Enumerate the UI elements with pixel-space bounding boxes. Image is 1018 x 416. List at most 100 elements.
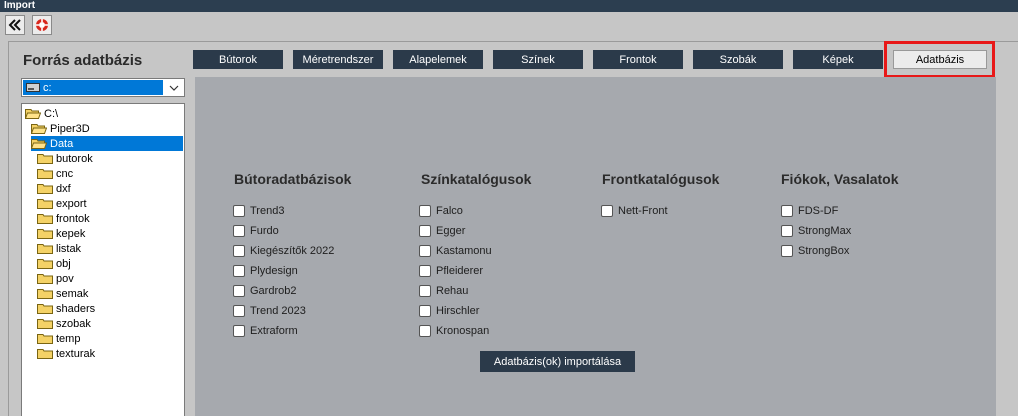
checkbox-item[interactable]: Trend 2023 <box>233 304 306 318</box>
drive-select[interactable]: c: <box>21 78 185 97</box>
tree-item[interactable]: C:\ <box>25 106 58 121</box>
tree-item-label: listak <box>56 242 82 255</box>
checkbox-item[interactable]: Kastamonu <box>419 244 492 258</box>
checkbox[interactable] <box>233 205 245 217</box>
import-databases-button[interactable]: Adatbázis(ok) importálása <box>480 351 635 372</box>
checkbox[interactable] <box>781 225 793 237</box>
folder-icon <box>37 169 53 179</box>
tree-item[interactable]: cnc <box>37 166 73 181</box>
dropdown-arrow[interactable] <box>164 79 184 96</box>
checkbox-item[interactable]: Gardrob2 <box>233 284 296 298</box>
tree-item[interactable]: semak <box>37 286 88 301</box>
tree-item-label: export <box>56 197 87 210</box>
checkbox[interactable] <box>419 325 431 337</box>
tree-item-label: dxf <box>56 182 71 195</box>
checkbox[interactable] <box>601 205 613 217</box>
tree-item[interactable]: dxf <box>37 181 71 196</box>
tree-item[interactable]: texturak <box>37 346 95 361</box>
checkbox-item[interactable]: Kiegészítők 2022 <box>233 244 334 258</box>
tree-item-label: semak <box>56 287 89 300</box>
checkbox[interactable] <box>233 285 245 297</box>
tab-szinek[interactable]: Színek <box>493 50 583 69</box>
folder-icon <box>37 214 53 224</box>
tab-alapelemek[interactable]: Alapelemek <box>393 50 483 69</box>
folder-icon <box>37 154 53 164</box>
tree-item-label: temp <box>56 332 81 345</box>
tab-butorok[interactable]: Bútorok <box>193 50 283 69</box>
checkbox-item[interactable]: StrongBox <box>781 244 849 258</box>
checkbox[interactable] <box>419 245 431 257</box>
checkbox-item[interactable]: Rehau <box>419 284 468 298</box>
checkbox[interactable] <box>419 225 431 237</box>
tree-item-label: shaders <box>56 302 96 315</box>
checkbox-label: Falco <box>436 205 463 217</box>
frame-border <box>8 41 9 416</box>
checkbox[interactable] <box>233 245 245 257</box>
tree-item[interactable]: kepek <box>37 226 85 241</box>
window-title: Import <box>4 0 36 11</box>
checkbox-item[interactable]: Nett-Front <box>601 204 668 218</box>
checkbox-item[interactable]: Extraform <box>233 324 298 338</box>
open-folder-icon <box>31 124 47 134</box>
tree-item[interactable]: obj <box>37 256 71 271</box>
checkbox-label: Kastamonu <box>436 245 492 257</box>
drive-selected-value: c: <box>23 80 163 95</box>
checkbox-item[interactable]: FDS-DF <box>781 204 838 218</box>
tree-item[interactable]: shaders <box>37 301 95 316</box>
folder-icon <box>37 184 53 194</box>
checkbox-label: FDS-DF <box>798 205 839 217</box>
checkbox[interactable] <box>419 205 431 217</box>
checkbox-label: Plydesign <box>250 265 298 277</box>
checkbox[interactable] <box>233 265 245 277</box>
checkbox-label: Egger <box>436 225 466 237</box>
tab-kepek[interactable]: Képek <box>793 50 883 69</box>
checkbox-item[interactable]: Hirschler <box>419 304 479 318</box>
checkbox-label: StrongBox <box>798 245 850 257</box>
tree-item-selected[interactable]: Data <box>31 136 183 151</box>
column-title-frontkatalogusok: Frontkatalógusok <box>602 171 720 187</box>
checkbox[interactable] <box>781 245 793 257</box>
checkbox-label: Nett-Front <box>618 205 668 217</box>
tree-item[interactable]: szobak <box>37 316 91 331</box>
tab-szobak[interactable]: Szobák <box>693 50 783 69</box>
checkbox-item[interactable]: Egger <box>419 224 465 238</box>
checkbox[interactable] <box>419 305 431 317</box>
checkbox[interactable] <box>419 265 431 277</box>
window-titlebar: Import <box>0 0 1018 12</box>
folder-icon <box>37 244 53 254</box>
checkbox-label: Trend3 <box>250 205 285 217</box>
folder-tree[interactable]: C:\ Piper3D Data butorok cnc dxf export … <box>21 103 185 416</box>
tree-item[interactable]: export <box>37 196 87 211</box>
tree-item[interactable]: Piper3D <box>31 121 90 136</box>
double-chevron-left-icon <box>8 19 21 31</box>
checkbox-label: StrongMax <box>798 225 852 237</box>
checkbox[interactable] <box>781 205 793 217</box>
checkbox-item[interactable]: Pfleiderer <box>419 264 483 278</box>
checkbox-item[interactable]: Plydesign <box>233 264 298 278</box>
tree-item[interactable]: pov <box>37 271 74 286</box>
tree-item[interactable]: listak <box>37 241 81 256</box>
tab-meretrendszer[interactable]: Méretrendszer <box>293 50 383 69</box>
back-button[interactable] <box>5 15 25 35</box>
folder-icon <box>37 289 53 299</box>
tab-frontok[interactable]: Frontok <box>593 50 683 69</box>
checkbox-label: Furdo <box>250 225 279 237</box>
checkbox-item[interactable]: Trend3 <box>233 204 284 218</box>
checkbox[interactable] <box>419 285 431 297</box>
tree-item[interactable]: frontok <box>37 211 90 226</box>
tree-item[interactable]: temp <box>37 331 80 346</box>
tree-item-label: szobak <box>56 317 91 330</box>
checkbox[interactable] <box>233 305 245 317</box>
checkbox-item[interactable]: Falco <box>419 204 463 218</box>
help-button[interactable] <box>32 15 52 35</box>
checkbox[interactable] <box>233 225 245 237</box>
checkbox[interactable] <box>233 325 245 337</box>
checkbox-label: Pfleiderer <box>436 265 484 277</box>
checkbox-label: Kiegészítők 2022 <box>250 245 335 257</box>
open-folder-icon <box>25 109 41 119</box>
checkbox-item[interactable]: StrongMax <box>781 224 851 238</box>
checkbox-item[interactable]: Kronospan <box>419 324 489 338</box>
tree-item[interactable]: butorok <box>37 151 93 166</box>
checkbox-item[interactable]: Furdo <box>233 224 279 238</box>
folder-icon <box>37 349 53 359</box>
